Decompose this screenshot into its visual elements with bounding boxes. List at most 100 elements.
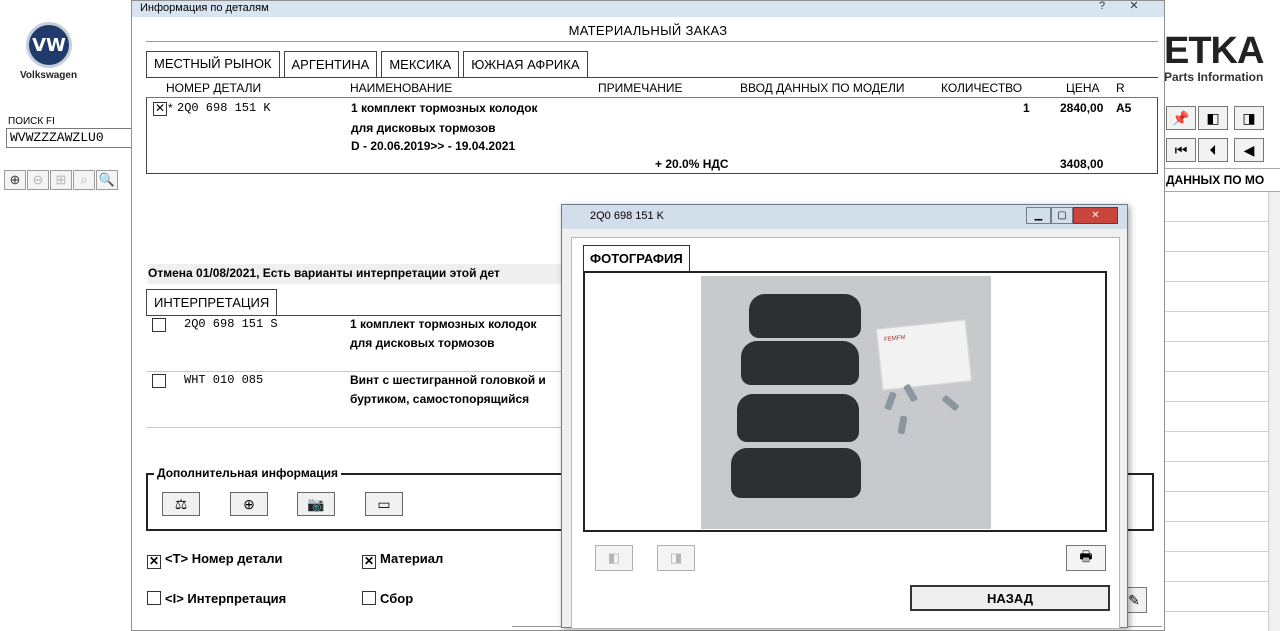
order-quantity: 1 bbox=[1023, 101, 1030, 115]
order-name-line1: 1 комплект тормозных колодок bbox=[351, 101, 538, 115]
photo-frame: FEMFM bbox=[583, 271, 1107, 532]
market-tabs: МЕСТНЫЙ РЫНОК АРГЕНТИНА МЕКСИКА ЮЖНАЯ АФ… bbox=[146, 51, 588, 78]
first-icon[interactable]: ⏮ bbox=[1166, 138, 1196, 162]
option-interpretation-label: <I> Интерпретация bbox=[165, 591, 287, 606]
order-price: 2840,00 bbox=[1060, 101, 1104, 115]
brake-pad bbox=[749, 294, 861, 338]
screw bbox=[897, 415, 908, 435]
tab-argentina[interactable]: АРГЕНТИНА bbox=[283, 51, 378, 77]
right-scrollbar[interactable] bbox=[1268, 192, 1280, 631]
order-row-checkbox[interactable]: ✕ bbox=[153, 102, 167, 116]
option-part-number[interactable]: ✕ <T> Номер детали bbox=[147, 551, 282, 569]
zoom-toolbar: ⊕ ⊖ ⊞ ⌕ 🔍 bbox=[4, 170, 118, 190]
order-title: МАТЕРИАЛЬНЫЙ ЗАКАЗ bbox=[568, 23, 728, 38]
col-name: НАИМЕНОВАНИЕ bbox=[350, 81, 453, 95]
interp-row-checkbox[interactable] bbox=[152, 374, 166, 388]
zoom-in-icon[interactable]: ⊕ bbox=[4, 170, 26, 190]
instruction-leaflet: FEMFM bbox=[876, 319, 972, 391]
divider bbox=[146, 315, 606, 316]
etka-logo: ETKA bbox=[1164, 30, 1264, 72]
interp-name-line2: буртиком, самостопорящийся bbox=[350, 392, 530, 406]
option-part-number-checkbox[interactable]: ✕ bbox=[147, 555, 161, 569]
col-price: ЦЕНА bbox=[1066, 81, 1100, 95]
divider bbox=[146, 41, 1158, 42]
col-model-input: ВВОД ДАННЫХ ПО МОДЕЛИ bbox=[740, 81, 905, 95]
option-material-checkbox[interactable]: ✕ bbox=[362, 555, 376, 569]
interp-part-number[interactable]: WHT 010 085 bbox=[184, 373, 263, 387]
order-table-row: ✕ * 2Q0 698 151 K 1 комплект тормозных к… bbox=[146, 98, 1158, 174]
brake-pad bbox=[731, 448, 861, 498]
interp-name-line2: для дисковых тормозов bbox=[350, 336, 495, 350]
tab-interpretation[interactable]: ИНТЕРПРЕТАЦИЯ bbox=[146, 289, 278, 315]
interp-name-line1: 1 комплект тормозных колодок bbox=[350, 317, 537, 331]
prev-page-icon[interactable]: ◧ bbox=[1198, 106, 1228, 130]
tab-local-market[interactable]: МЕСТНЫЙ РЫНОК bbox=[146, 51, 280, 78]
search-label: ПОИСК FI bbox=[8, 116, 55, 127]
order-r-value: A5 bbox=[1116, 101, 1132, 115]
app-left-panel: VW Volkswagen ПОИСК FI WVWZZZAWZLU0 ⊕ ⊖ … bbox=[0, 0, 136, 631]
col-note: ПРИМЕЧАНИЕ bbox=[598, 81, 683, 95]
window-title: Информация по деталям bbox=[140, 2, 269, 14]
col-part-number: НОМЕР ДЕТАЛИ bbox=[166, 81, 262, 95]
vat-label: + 20.0% НДС bbox=[655, 157, 729, 171]
additional-info-legend: Дополнительная информация bbox=[154, 466, 341, 480]
next-photo-icon[interactable]: ◨ bbox=[657, 545, 695, 571]
screw bbox=[941, 394, 960, 412]
help-icon[interactable]: ? bbox=[1090, 0, 1114, 15]
divider bbox=[146, 371, 606, 372]
option-assembly-checkbox[interactable] bbox=[362, 591, 376, 605]
pin-icon[interactable]: 📌 bbox=[1166, 106, 1196, 130]
tab-mexico[interactable]: МЕКСИКА bbox=[381, 51, 460, 77]
col-quantity: КОЛИЧЕСТВО bbox=[941, 81, 1023, 95]
next-page-icon[interactable]: ◨ bbox=[1234, 106, 1264, 130]
order-table-header: НОМЕР ДЕТАЛИ НАИМЕНОВАНИЕ ПРИМЕЧАНИЕ ВВО… bbox=[146, 77, 1158, 98]
add-part-icon[interactable]: ⊕ bbox=[230, 492, 268, 516]
minimize-icon[interactable]: ▁ bbox=[1026, 207, 1051, 224]
etka-subtitle: Parts Information bbox=[1164, 70, 1264, 84]
magnifier-icon[interactable]: 🔍 bbox=[96, 170, 118, 190]
frame-icon[interactable]: ▭ bbox=[365, 492, 403, 516]
volkswagen-logo: VW bbox=[26, 22, 72, 68]
screw bbox=[884, 391, 897, 411]
col-r: R bbox=[1116, 81, 1125, 95]
prev-icon[interactable]: ⏴ bbox=[1198, 138, 1228, 162]
option-material-label: Материал bbox=[380, 551, 444, 566]
back-button[interactable]: НАЗАД bbox=[910, 585, 1110, 611]
zoom-reset-icon[interactable]: ⌕ bbox=[73, 170, 95, 190]
cancel-note: Отмена 01/08/2021, Есть варианты интерпр… bbox=[148, 264, 598, 284]
leaflet-label: FEMFM bbox=[883, 334, 906, 344]
back-icon[interactable]: ◀ bbox=[1234, 138, 1264, 162]
brand-name: Volkswagen bbox=[20, 70, 78, 81]
maximize-icon[interactable]: ▢ bbox=[1051, 207, 1073, 224]
zoom-out-icon[interactable]: ⊖ bbox=[27, 170, 49, 190]
print-icon[interactable]: 🖶 bbox=[1066, 545, 1106, 571]
brake-pad bbox=[741, 341, 859, 385]
option-part-number-label: <T> Номер детали bbox=[165, 551, 283, 566]
model-data-column-header: ДАННЫХ ПО МО bbox=[1164, 168, 1280, 192]
vin-search-input[interactable]: WVWZZZAWZLU0 bbox=[6, 128, 136, 148]
previous-photo-icon[interactable]: ◧ bbox=[595, 545, 633, 571]
order-dates: D - 20.06.2019>> - 19.04.2021 bbox=[351, 139, 516, 153]
tab-photo[interactable]: ФОТОГРАФИЯ bbox=[583, 245, 690, 271]
scale-icon[interactable]: ⚖ bbox=[162, 492, 200, 516]
option-assembly[interactable]: Сбор bbox=[362, 591, 413, 606]
divider bbox=[146, 427, 606, 428]
order-part-number[interactable]: 2Q0 698 151 K bbox=[177, 101, 271, 115]
option-assembly-label: Сбор bbox=[380, 591, 414, 606]
window-titlebar: Информация по деталям ? ✕ bbox=[132, 0, 1164, 17]
close-icon[interactable]: ✕ bbox=[1122, 0, 1146, 15]
camera-icon[interactable]: 📷 bbox=[297, 492, 335, 516]
interp-name-line1: Винт с шестигранной головкой и bbox=[350, 373, 546, 387]
order-name-line2: для дисковых тормозов bbox=[351, 121, 496, 135]
close-icon[interactable]: ✕ bbox=[1073, 207, 1118, 224]
option-interpretation[interactable]: <I> Интерпретация bbox=[147, 591, 286, 606]
tab-south-africa[interactable]: ЮЖНАЯ АФРИКА bbox=[463, 51, 588, 77]
interp-row-checkbox[interactable] bbox=[152, 318, 166, 332]
option-material[interactable]: ✕ Материал bbox=[362, 551, 443, 569]
vat-price: 3408,00 bbox=[1060, 157, 1104, 171]
zoom-area-icon[interactable]: ⊞ bbox=[50, 170, 72, 190]
interp-part-number[interactable]: 2Q0 698 151 S bbox=[184, 317, 278, 331]
brake-pad bbox=[737, 394, 859, 442]
order-row-marker: * bbox=[168, 101, 173, 115]
option-interpretation-checkbox[interactable] bbox=[147, 591, 161, 605]
